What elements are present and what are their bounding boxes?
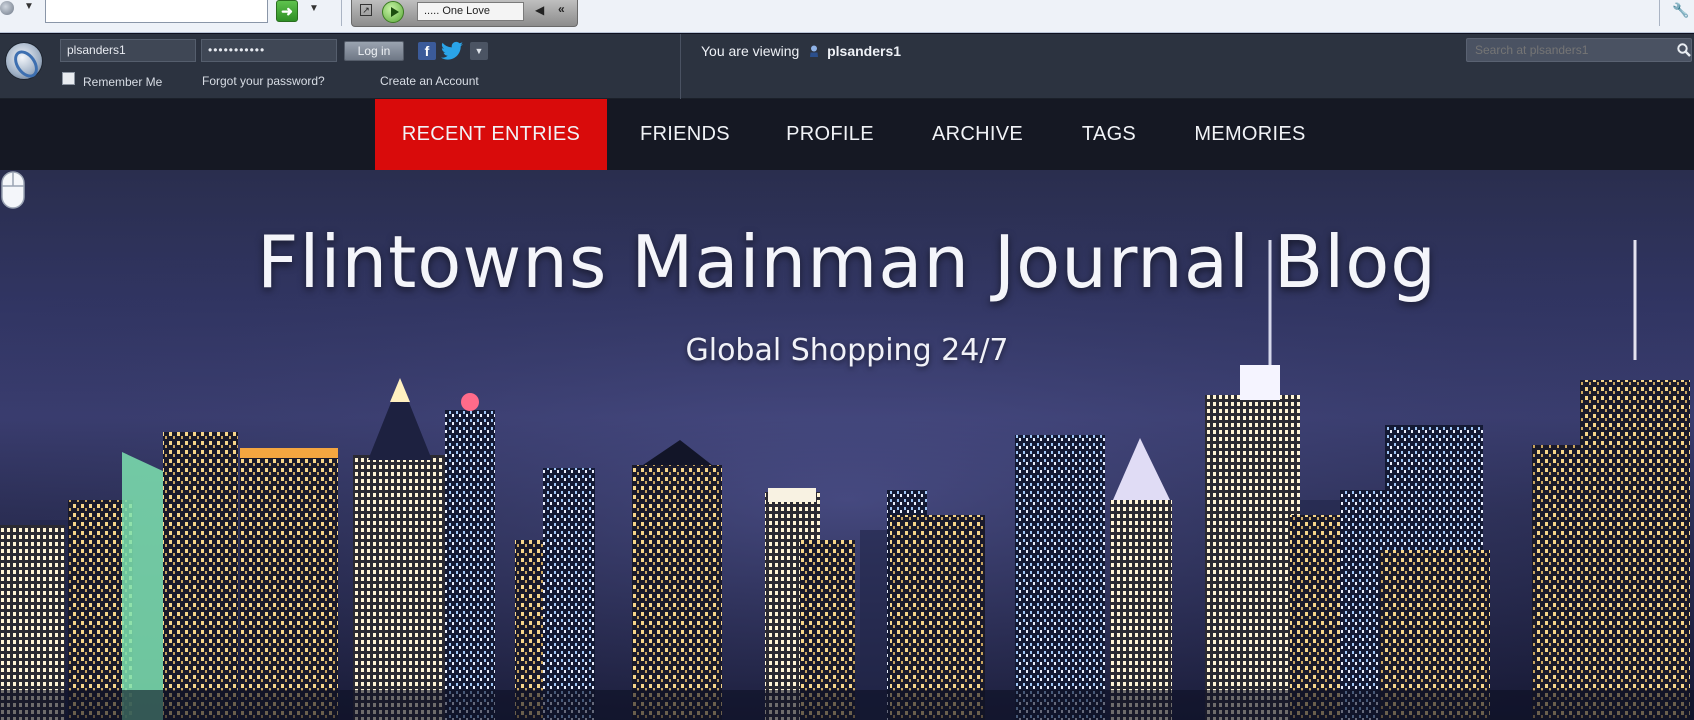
blog-title[interactable]: Flintowns Mainman Journal Blog — [0, 220, 1694, 304]
search-box — [1466, 38, 1692, 62]
mouse-icon — [1, 171, 25, 209]
collapse-icon[interactable]: « — [558, 2, 565, 16]
media-player: ↗ ..... One Love ◀ « — [351, 0, 578, 27]
toolbar-divider — [341, 0, 342, 26]
search-icon[interactable] — [1677, 43, 1691, 57]
nav-friends[interactable]: FRIENDS — [620, 99, 750, 170]
create-account-link[interactable]: Create an Account — [380, 74, 479, 88]
track-title[interactable]: ..... One Love — [417, 2, 524, 21]
nav-archive[interactable]: ARCHIVE — [915, 99, 1040, 170]
globe-icon[interactable] — [0, 1, 14, 15]
browser-toolbar: ▼ ➜ ▼ ↗ ..... One Love ◀ « 🔧 — [0, 0, 1694, 33]
expand-icon[interactable]: ↗ — [360, 4, 372, 16]
volume-icon[interactable]: ◀ — [535, 3, 544, 17]
livejournal-logo[interactable] — [5, 42, 43, 80]
toolbar-divider — [1659, 0, 1660, 26]
remember-me-label[interactable]: Remember Me — [83, 75, 162, 89]
chevron-down-icon[interactable]: ▼ — [24, 1, 34, 12]
viewing-prefix: You are viewing — [701, 43, 800, 59]
user-icon — [810, 45, 819, 57]
address-input[interactable] — [45, 0, 268, 23]
login-bar-divider — [680, 34, 681, 99]
play-icon[interactable] — [382, 1, 404, 23]
nav-tags[interactable]: TAGS — [1070, 99, 1148, 170]
twitter-icon[interactable] — [440, 40, 464, 62]
viewing-indicator: You are viewing plsanders1 — [701, 43, 901, 59]
hero-banner: Flintowns Mainman Journal Blog Global Sh… — [0, 170, 1694, 720]
go-arrow-icon[interactable]: ➜ — [276, 0, 298, 22]
wrench-icon[interactable]: 🔧 — [1672, 2, 1689, 19]
username-input[interactable]: plsanders1 — [60, 39, 196, 62]
social-dropdown-icon[interactable]: ▼ — [470, 42, 488, 60]
nav-memories[interactable]: MEMORIES — [1180, 99, 1320, 170]
login-bar: plsanders1 ••••••••••• Log in f ▼ Rememb… — [0, 34, 1694, 99]
nav-profile[interactable]: PROFILE — [770, 99, 890, 170]
blog-subtitle: Global Shopping 24/7 — [685, 333, 1009, 368]
remember-me-checkbox[interactable] — [62, 72, 75, 85]
facebook-icon[interactable]: f — [418, 42, 436, 60]
search-input[interactable] — [1475, 39, 1665, 61]
nav-recent-entries[interactable]: RECENT ENTRIES — [375, 99, 607, 170]
password-input[interactable]: ••••••••••• — [201, 39, 337, 62]
login-button[interactable]: Log in — [344, 41, 404, 61]
forgot-password-link[interactable]: Forgot your password? — [202, 74, 325, 88]
journal-nav: RECENT ENTRIES FRIENDS PROFILE ARCHIVE T… — [0, 99, 1694, 170]
address-dropdown-icon[interactable]: ▼ — [309, 3, 319, 14]
viewing-username-link[interactable]: plsanders1 — [827, 43, 901, 59]
